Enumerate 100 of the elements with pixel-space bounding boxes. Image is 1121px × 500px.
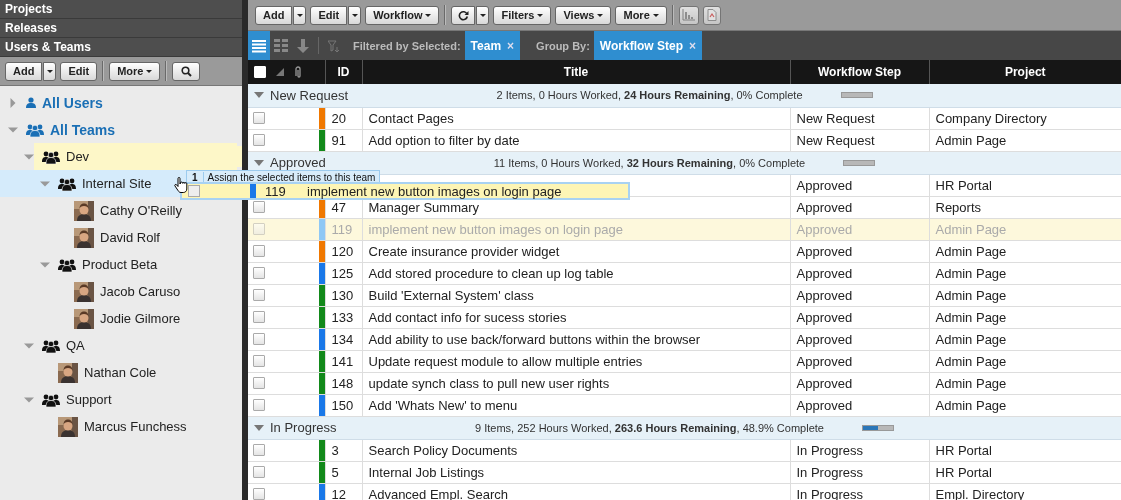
toolbar-button[interactable]: More [109,61,161,81]
table-cell: In Progress [790,439,929,461]
toolbar-button[interactable]: Edit [310,5,348,25]
table-cell: Add 'Whats New' to menu [362,394,790,416]
table-cell: Admin Page [929,284,1121,306]
table-cell: Internal Job Listings [362,461,790,483]
dropdown-button[interactable] [43,61,57,81]
section-header[interactable]: Releases [0,19,242,38]
dragged-row[interactable]: 119 implement new button images on login page [180,182,630,200]
checkbox[interactable] [253,267,265,279]
tree-item[interactable]: All Users [0,89,242,116]
tree-item[interactable]: All Teams [0,116,242,143]
toolbar-button[interactable]: Workflow [365,5,440,25]
table-cell: Approved [790,306,929,328]
group-name: New Request [270,87,349,103]
expand-arrow-icon[interactable] [8,97,18,108]
toolbar-button[interactable]: Add [255,5,293,25]
tree-item[interactable]: Jacob Caruso [0,278,242,305]
checkbox[interactable] [253,355,265,367]
group-header[interactable]: In Progress 9 Items, 252 Hours Worked, 263.6 Hours Remaining, 48.9% Complete [248,416,1121,439]
column-header[interactable]: ID [325,60,362,84]
export-button[interactable] [702,5,721,25]
checkbox[interactable] [253,223,265,235]
checkbox[interactable] [253,201,265,213]
tree-item[interactable]: Support [0,386,242,413]
collapse-arrow-icon[interactable] [254,423,264,432]
checkbox[interactable] [253,377,265,389]
checkbox[interactable] [253,289,265,301]
bar-chart-icon [682,9,696,21]
tree-item[interactable]: Product Beta [0,251,242,278]
checkbox[interactable] [253,311,265,323]
toolbar-button[interactable]: Edit [60,61,98,81]
tree-item-label: Dev [64,146,242,167]
group-by-chip[interactable]: Workflow Step × [593,31,702,60]
table-cell: Approved [790,196,929,218]
filter-label: Filtered by Selected: [352,38,462,54]
table-cell: Approved [790,350,929,372]
table-cell: Admin Page [929,394,1121,416]
table-cell: 141 [325,350,362,372]
tree-item-label: Product Beta [81,256,159,274]
table-cell: Approved [790,328,929,350]
table-cell: 3 [325,439,362,461]
caret-icon [46,69,53,73]
table-cell: Admin Page [929,129,1121,151]
checkbox[interactable] [253,134,265,146]
table-cell: update synch class to pull new user rights [362,372,790,394]
table-cell: Admin Page [929,262,1121,284]
tree-item-label: David Rolf [99,229,161,247]
table-cell: Approved [790,284,929,306]
toolbar-button[interactable]: Add [5,61,43,81]
tree-item[interactable]: David Rolf [0,224,242,251]
section-header[interactable]: Users & Teams [0,38,242,57]
table-cell: In Progress [790,461,929,483]
table-cell: New Request [790,129,929,151]
tree-item-label: Internal Site [81,175,153,193]
tree-item-label: Nathan Cole [83,364,158,382]
tree-item[interactable]: Nathan Cole [0,359,242,386]
refresh-button[interactable] [451,5,476,25]
checkbox[interactable] [253,466,265,478]
team-icon [58,176,76,191]
table-cell: Admin Page [929,218,1121,240]
checkbox[interactable] [253,333,265,345]
paperclip-icon[interactable] [294,66,302,78]
dropdown-button[interactable] [293,5,307,25]
column-header[interactable]: Project [929,60,1121,84]
dropdown-button[interactable] [348,5,362,25]
checkbox[interactable] [253,488,265,500]
table-cell: Admin Page [929,328,1121,350]
checkbox[interactable] [253,399,265,411]
checkbox[interactable] [253,112,265,124]
column-header[interactable]: Workflow Step [790,60,929,84]
tree-item[interactable]: Cathy O'Reilly [0,197,242,224]
column-header[interactable]: Title [362,60,790,84]
collapse-arrow-icon[interactable] [254,91,264,100]
collapse-arrow-icon[interactable] [254,158,264,167]
toolbar-button[interactable]: More [615,5,667,25]
table-cell: 148 [325,372,362,394]
chart-button[interactable] [678,5,699,25]
filter-chip[interactable]: Team × [464,31,521,60]
checkbox[interactable] [253,245,265,257]
sort-icon[interactable] [276,68,284,76]
tree-item-label: Support [65,391,113,409]
table-cell: Add contact info for sucess stories [362,306,790,328]
tree-item-label: Marcus Funchess [83,418,188,436]
toolbar-button[interactable]: Filters [493,5,552,25]
group-header[interactable]: New Request 2 Items, 0 Hours Worked, 24 Hours Remaining, 0% Complete [248,84,1121,107]
team-icon [58,257,76,272]
table-cell: New Request [790,107,929,129]
tree-item[interactable]: Jodie Gilmore [0,305,242,332]
dropdown-button[interactable] [476,5,490,25]
checkbox[interactable] [253,444,265,456]
dragged-row-id: 119 [265,183,287,199]
tree-item[interactable]: Marcus Funchess [0,413,242,440]
caret-icon [296,13,303,17]
list-view-icon[interactable] [248,31,270,60]
search-button[interactable] [172,61,201,81]
toolbar-button[interactable]: Views [555,5,612,25]
table-cell: 20 [325,107,362,129]
section-header[interactable]: Projects [0,0,242,19]
tree-item[interactable]: QA [0,332,242,359]
